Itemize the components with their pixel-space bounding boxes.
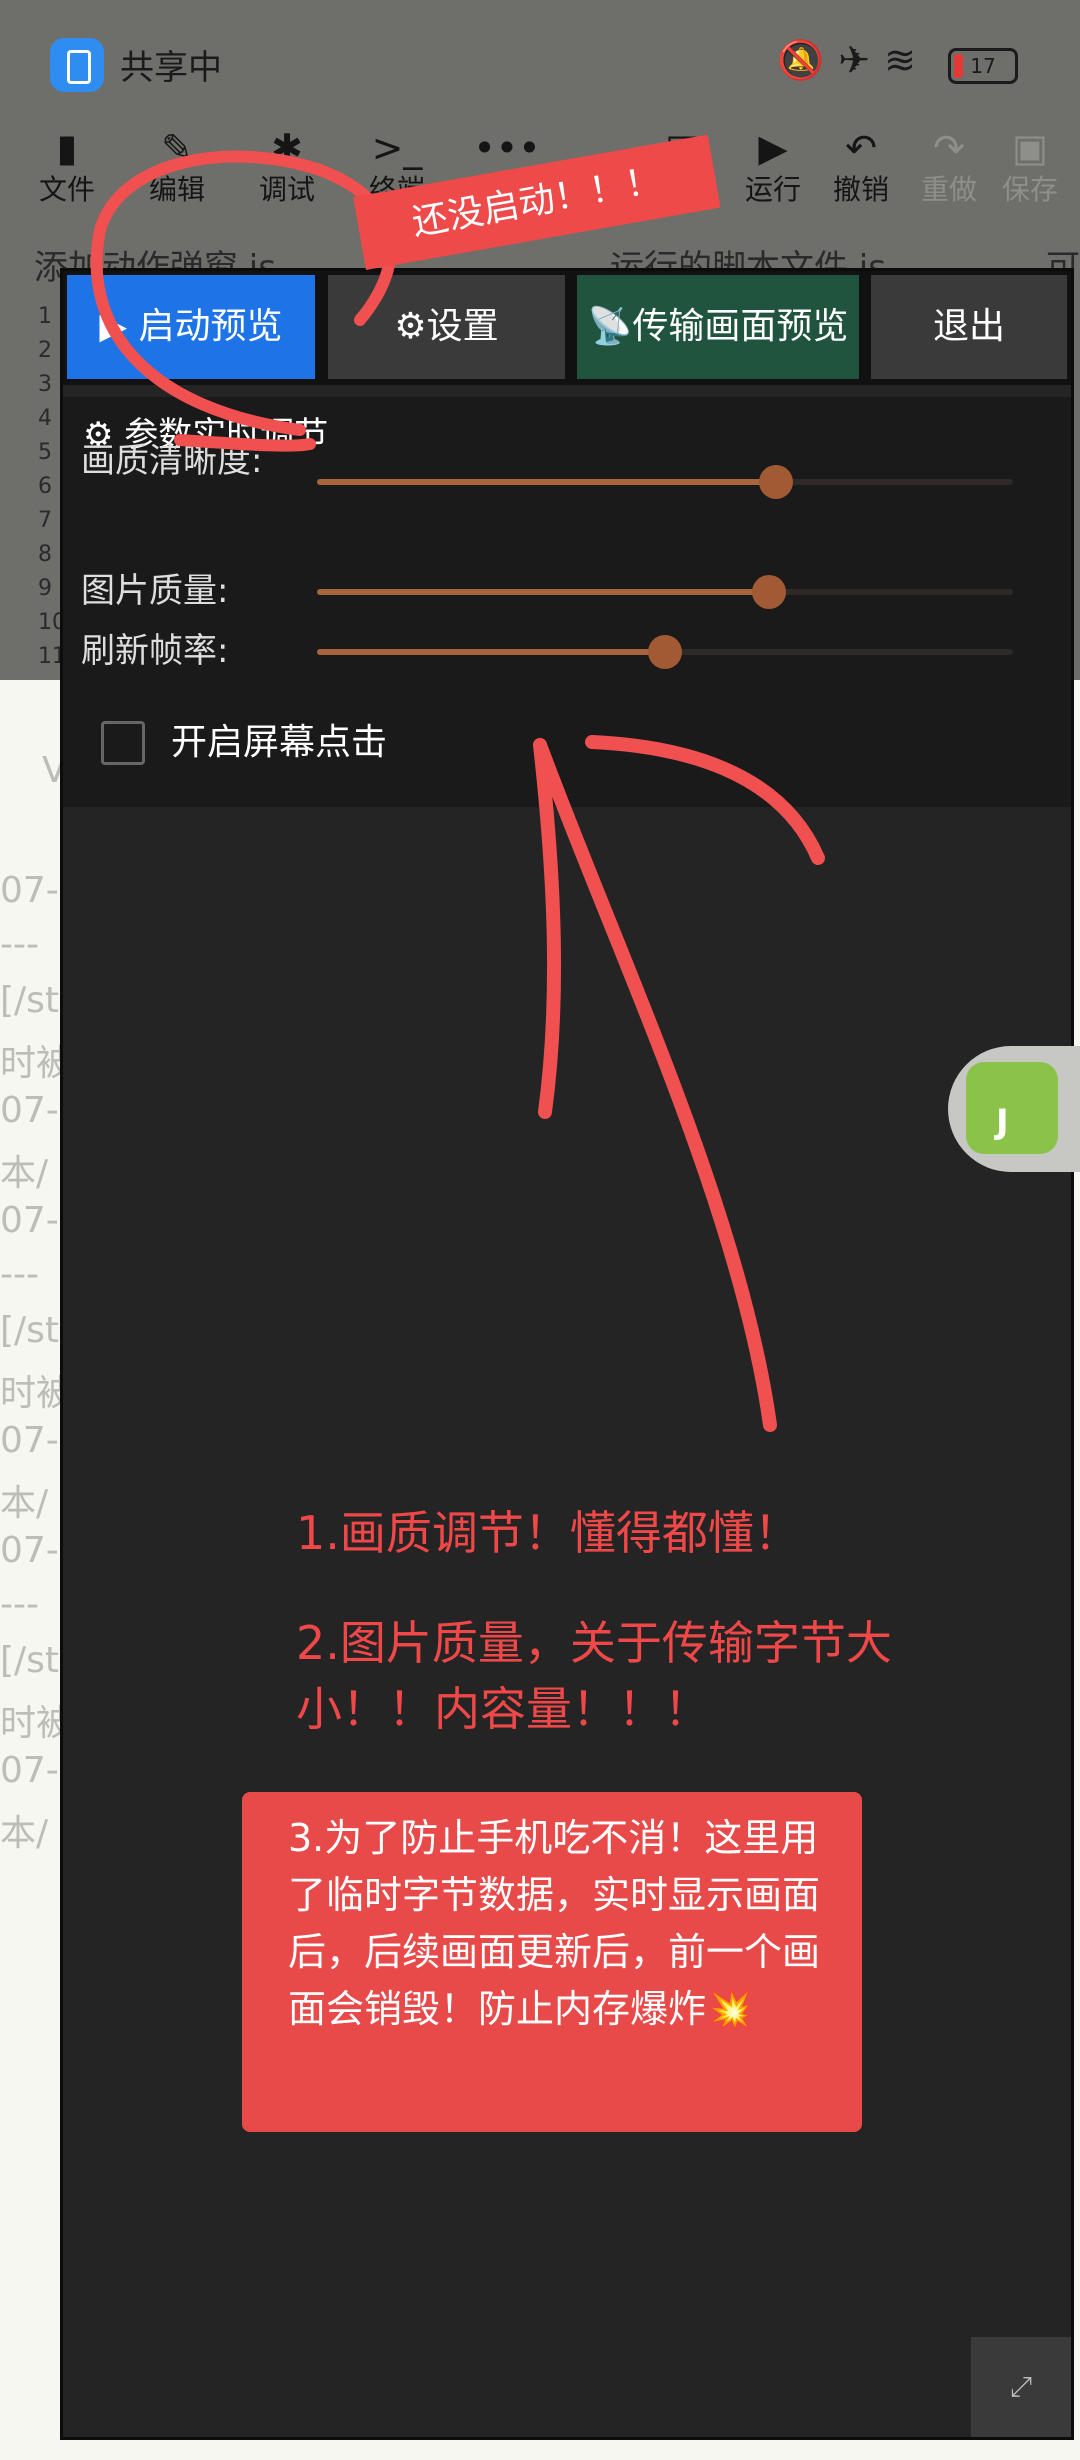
file-icon: ▮ (56, 126, 78, 170)
frame-rate-slider[interactable] (317, 635, 1013, 669)
screen-click-checkbox[interactable] (101, 721, 145, 765)
wifi-icon: ≋ (884, 38, 930, 82)
slider-thumb[interactable] (648, 635, 682, 669)
airplane-icon: ✈ (838, 38, 885, 82)
toolbar-debug-button[interactable]: ✱ 调试 (232, 120, 342, 220)
terminal-icon: >_ (371, 126, 423, 170)
status-bar: 共享中 🔕✈≋ 17 (0, 0, 1080, 120)
log-line: [/st (0, 980, 60, 1021)
frame-rate-label: 刷新帧率: (81, 631, 229, 671)
panel-button-bar: ▶ 启动预览 ⚙设置 📡传输画面预览 退出 (63, 271, 1071, 385)
screen-click-label: 开启屏幕点击 (171, 722, 388, 763)
image-quality-label: 图片质量: (81, 571, 229, 611)
log-line: 07- (0, 1090, 59, 1131)
toolbar-file-button[interactable]: ▮ 文件 (12, 120, 122, 220)
params-section: ⚙ 参数实时调节 画质清晰度: 图片质量: 刷新帧率: 开启屏幕点击 (63, 397, 1071, 807)
resize-handle[interactable]: ⤢ (971, 2337, 1071, 2437)
annotation-note-1: 1.画质调节！懂得都懂！ (296, 1506, 800, 1560)
log-line: --- (0, 1584, 39, 1625)
log-line: --- (0, 1254, 39, 1295)
quality-clarity-label: 画质清晰度: (81, 441, 263, 481)
settings-button[interactable]: ⚙设置 (328, 275, 565, 379)
transfer-preview-button[interactable]: 📡传输画面预览 (577, 275, 859, 379)
log-line: 07- (0, 1750, 59, 1791)
log-line: 07- (0, 870, 59, 911)
slider-thumb[interactable] (752, 575, 787, 609)
log-line: --- (0, 924, 39, 965)
pencil-icon: ✎ (161, 126, 193, 170)
save-icon: ▣ (1012, 126, 1048, 170)
log-line: [/st (0, 1640, 60, 1681)
slider-fill (317, 479, 777, 485)
android-js-icon (966, 1062, 1058, 1154)
app-icon (50, 38, 104, 92)
toolbar-edit-button[interactable]: ✎ 编辑 (122, 120, 232, 220)
log-line: 07- (0, 1200, 59, 1241)
quality-clarity-slider[interactable] (317, 465, 1013, 499)
start-preview-button[interactable]: ▶ 启动预览 (67, 275, 315, 379)
image-quality-slider[interactable] (317, 575, 1013, 609)
log-line: [/st (0, 1310, 60, 1351)
log-line: 本/ (0, 1813, 49, 1854)
slider-thumb[interactable] (759, 465, 794, 499)
log-line: 本/ (0, 1483, 49, 1524)
annotation-note-3: 3.为了防止手机吃不消！这里用了临时字节数据，实时显示画面后，后续画面更新后，前… (242, 1792, 862, 2132)
bug-icon: ✱ (271, 126, 303, 170)
slider-fill (317, 649, 665, 655)
quit-button[interactable]: 退出 (871, 275, 1067, 379)
status-icons: 🔕✈≋ (777, 38, 930, 83)
slider-fill (317, 589, 770, 595)
mute-icon: 🔕 (776, 38, 839, 82)
floating-app-bubble[interactable] (948, 1046, 1080, 1172)
annotation-note-2: 2.图片质量，关于传输字节大小！！内容量！！！ (296, 1616, 892, 1736)
log-line: 07- (0, 1420, 59, 1461)
log-line: 07- (0, 1530, 59, 1571)
sharing-status: 共享中 (120, 48, 222, 88)
log-line: 本/ (0, 1153, 49, 1194)
toolbar-save-button[interactable]: ▣ 保存 (980, 120, 1080, 220)
battery-icon: 17 (948, 48, 1018, 84)
